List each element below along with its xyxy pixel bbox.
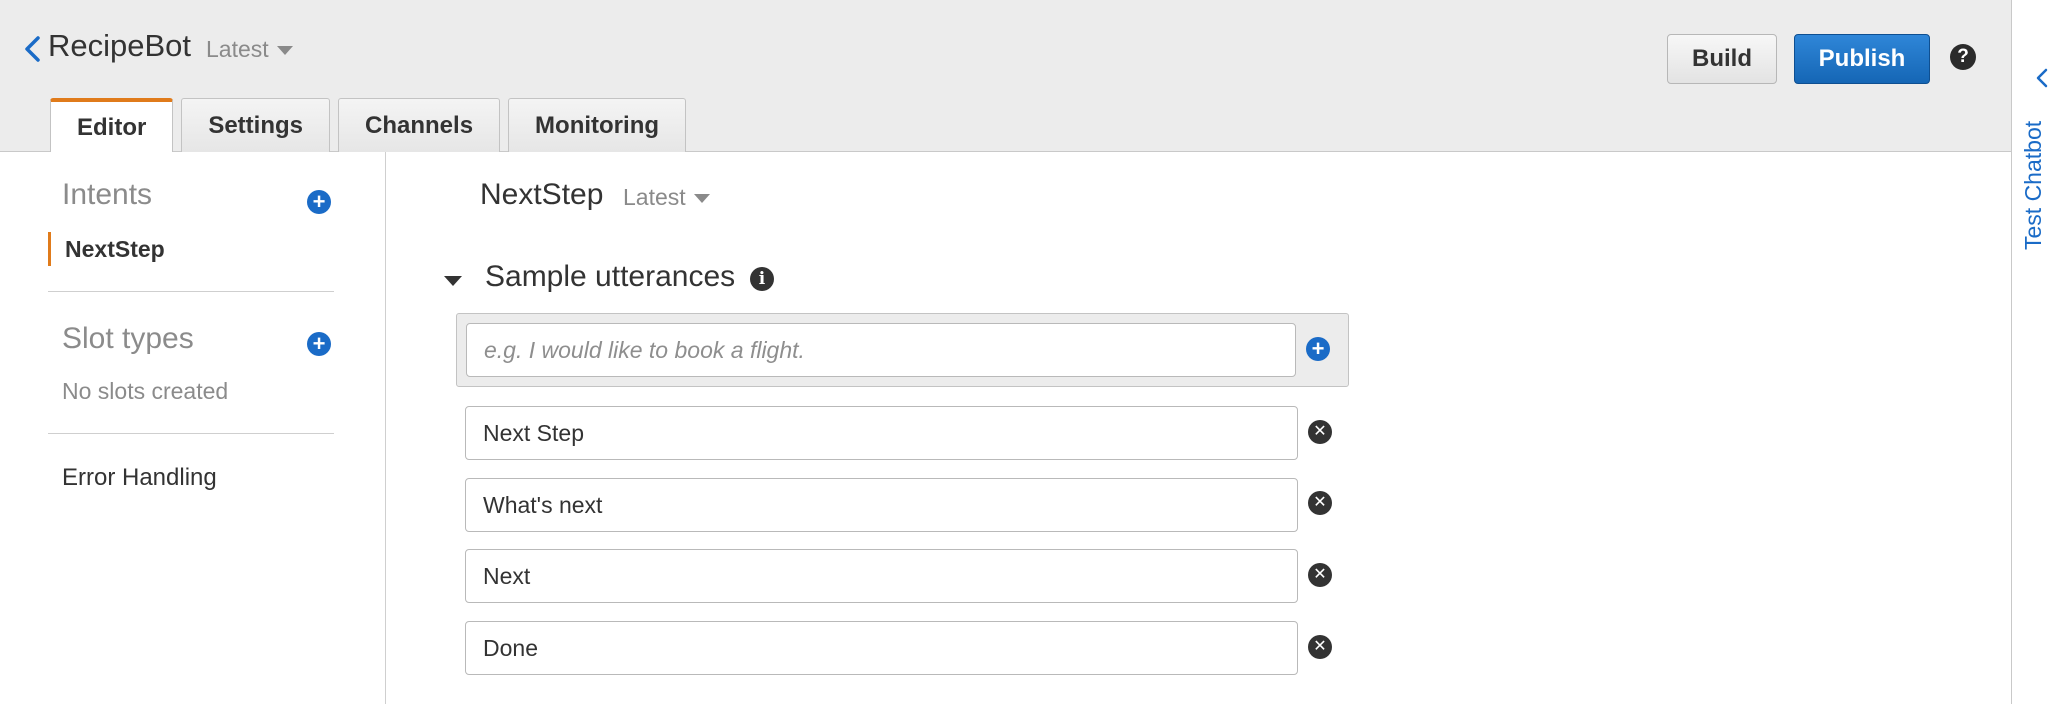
intent-version-dropdown[interactable]: Latest <box>623 184 710 211</box>
sidebar-divider <box>48 433 334 434</box>
bot-version-label: Latest <box>206 36 269 62</box>
intent-title: NextStep <box>480 178 604 211</box>
collapse-caret-icon[interactable] <box>444 276 462 286</box>
tab-bar: Editor Settings Channels Monitoring <box>50 98 687 154</box>
info-icon[interactable]: i <box>750 267 774 291</box>
bot-name: RecipeBot <box>48 28 192 63</box>
build-button[interactable]: Build <box>1667 34 1777 84</box>
remove-utterance-icon[interactable]: ✕ <box>1308 420 1332 444</box>
test-chatbot-toggle[interactable]: Test Chatbot <box>2020 50 2047 250</box>
top-header: RecipeBot Latest Build Publish ? Editor … <box>0 0 2011 154</box>
remove-utterance-icon[interactable]: ✕ <box>1308 491 1332 515</box>
sidebar-item-error-handling[interactable]: Error Handling <box>62 464 217 492</box>
utterance-input[interactable] <box>465 478 1298 532</box>
help-icon[interactable]: ? <box>1950 44 1976 70</box>
tab-channels[interactable]: Channels <box>338 98 501 152</box>
sidebar-item-nextstep[interactable]: NextStep <box>48 232 165 266</box>
no-slots-text: No slots created <box>62 378 229 404</box>
sidebar: Intents + NextStep Slot types + No slots… <box>0 152 386 704</box>
back-chevron-icon[interactable] <box>20 34 46 64</box>
caret-down-icon <box>693 194 710 204</box>
sample-utterances-heading[interactable]: Sample utterances <box>485 260 735 294</box>
utterance-input[interactable] <box>465 406 1298 460</box>
intent-version-label: Latest <box>623 184 686 210</box>
sidebar-divider <box>48 291 334 292</box>
intents-heading: Intents <box>62 178 153 211</box>
caret-down-icon <box>276 46 293 56</box>
bot-version-dropdown[interactable]: Latest <box>206 36 293 63</box>
tab-editor[interactable]: Editor <box>50 98 174 154</box>
remove-utterance-icon[interactable]: ✕ <box>1308 563 1332 587</box>
tab-settings[interactable]: Settings <box>181 98 331 152</box>
publish-button[interactable]: Publish <box>1794 34 1930 84</box>
slot-types-heading: Slot types <box>62 322 194 355</box>
remove-utterance-icon[interactable]: ✕ <box>1308 635 1332 659</box>
utterance-input[interactable] <box>465 549 1298 603</box>
add-intent-icon[interactable]: + <box>307 190 331 214</box>
utterance-input[interactable] <box>465 621 1298 675</box>
add-utterance-icon[interactable]: + <box>1306 337 1330 361</box>
add-slot-type-icon[interactable]: + <box>307 332 331 356</box>
tab-monitoring[interactable]: Monitoring <box>508 98 687 152</box>
test-chatbot-rail: Test Chatbot <box>2011 0 2064 704</box>
new-utterance-panel <box>456 313 1349 387</box>
new-utterance-input[interactable] <box>466 323 1296 377</box>
